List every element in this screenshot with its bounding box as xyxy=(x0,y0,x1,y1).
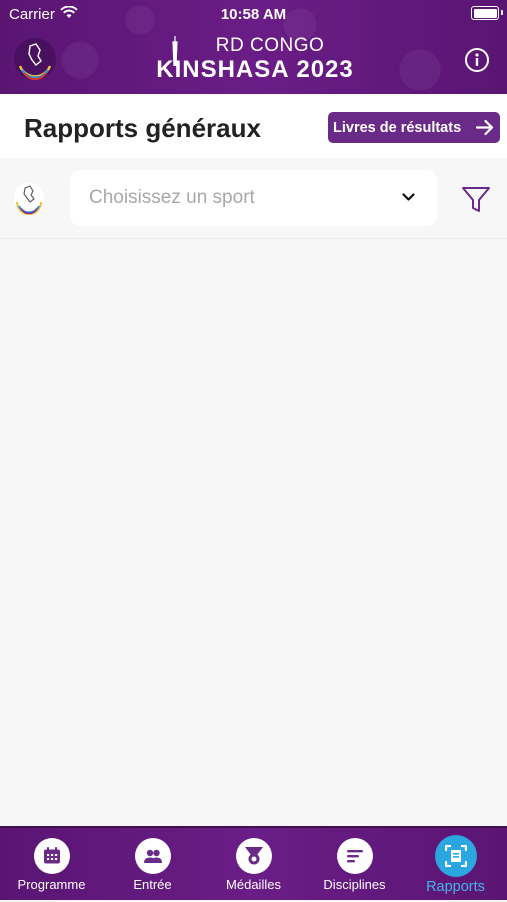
tower-icon xyxy=(172,36,178,66)
people-icon xyxy=(143,849,162,863)
brand-logo: RD CONGO KINSHASA 2023 xyxy=(140,36,370,86)
status-bar: Carrier 10:58 AM xyxy=(0,0,507,28)
tab-rapports[interactable]: Rapports xyxy=(405,828,506,902)
reports-list-area xyxy=(0,239,507,826)
tab-bar: Programme Entrée Médailles Disciplines R… xyxy=(0,826,507,900)
tab-label: Médailles xyxy=(226,877,281,892)
chevron-down-icon xyxy=(402,193,415,201)
status-time: 10:58 AM xyxy=(220,6,287,23)
sport-select[interactable]: Choisissez un sport xyxy=(70,170,437,226)
tab-label: Disciplines xyxy=(323,877,386,892)
tab-label: Rapports xyxy=(426,879,485,895)
page-title: Rapports généraux xyxy=(24,113,261,143)
sport-select-placeholder: Choisissez un sport xyxy=(89,187,255,208)
info-icon xyxy=(465,48,489,72)
tab-label: Entrée xyxy=(133,877,172,892)
tab-programme[interactable]: Programme xyxy=(1,828,102,902)
report-icon xyxy=(444,845,467,867)
tab-disciplines[interactable]: Disciplines xyxy=(304,828,405,902)
app-header: Carrier 10:58 AM RD CONGO KINSHASA 2023 xyxy=(0,0,507,94)
calendar-icon xyxy=(43,847,60,864)
medal-icon xyxy=(244,847,263,865)
funnel-icon xyxy=(462,187,490,212)
page-heading-row: Rapports généraux Livres de résultats xyxy=(0,94,507,158)
list-icon xyxy=(346,850,363,863)
battery-icon xyxy=(471,6,503,20)
info-button[interactable] xyxy=(464,47,490,73)
results-books-label: Livres de résultats xyxy=(333,119,462,136)
games-emblem-icon[interactable] xyxy=(12,36,58,82)
results-books-button[interactable]: Livres de résultats xyxy=(328,112,500,143)
arrow-right-icon xyxy=(476,119,494,136)
tab-entree[interactable]: Entrée xyxy=(102,828,203,902)
tab-label: Programme xyxy=(17,877,86,892)
games-emblem-small-icon xyxy=(12,181,46,215)
filter-button[interactable] xyxy=(461,186,491,214)
tab-medailles[interactable]: Médailles xyxy=(203,828,304,902)
filter-row: Choisissez un sport xyxy=(0,158,507,239)
